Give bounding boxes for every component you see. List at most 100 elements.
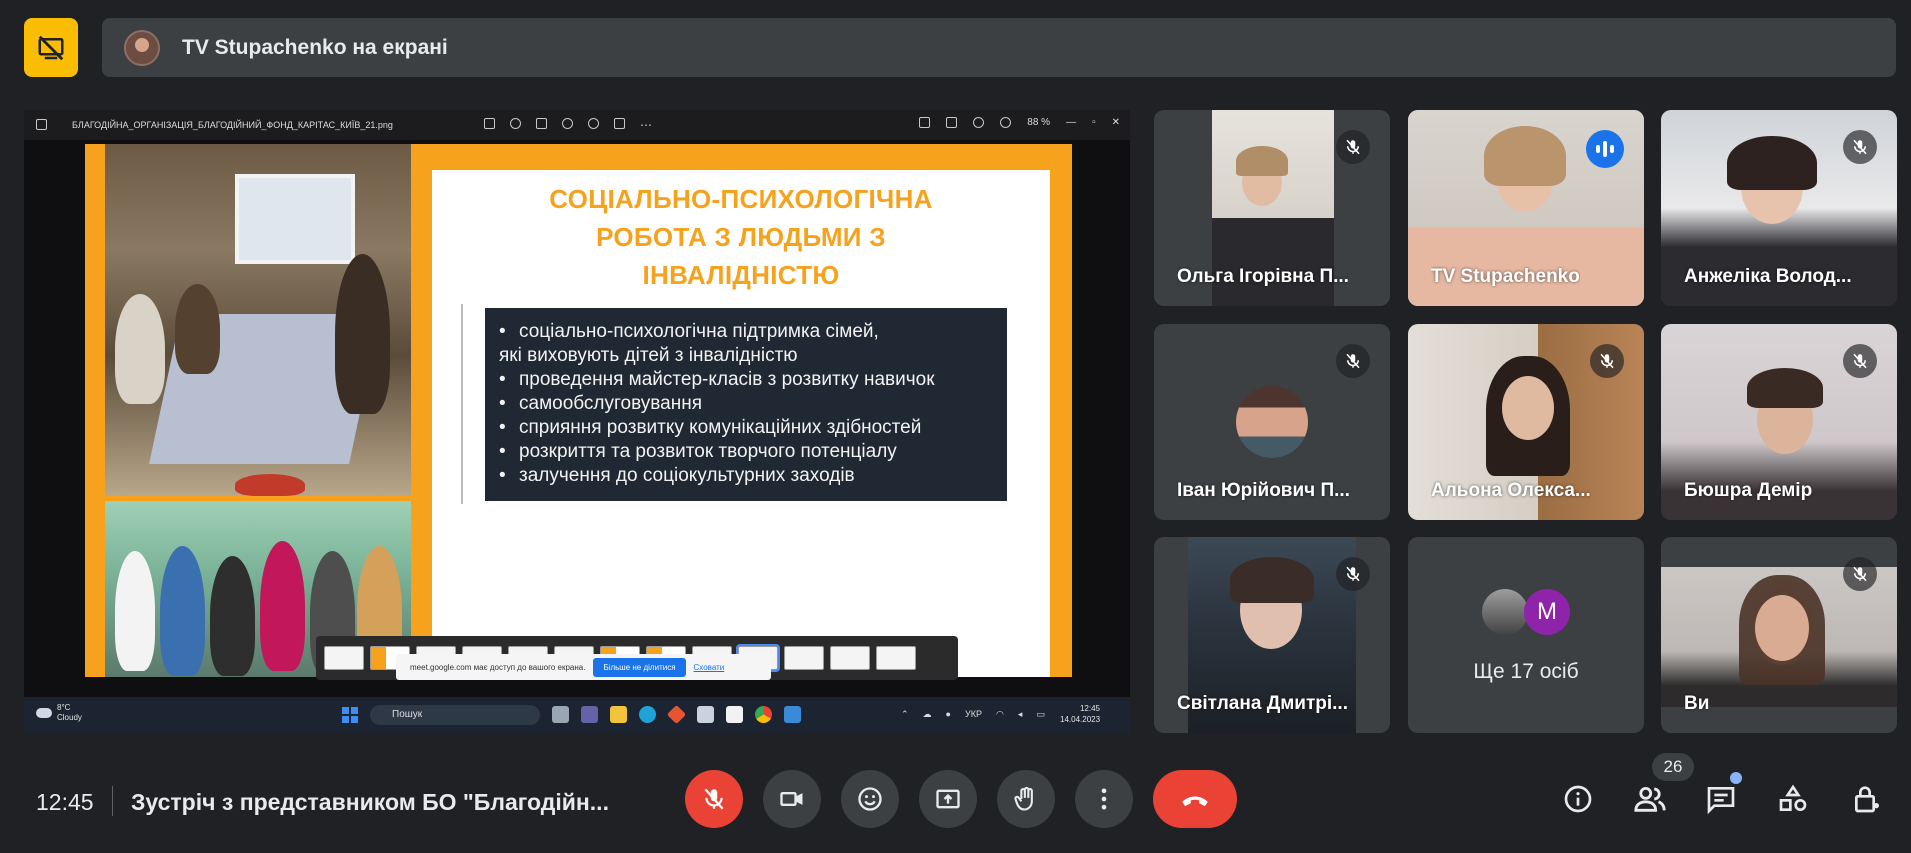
more-participants-tile[interactable]: M Ще 17 осіб <box>1408 537 1644 733</box>
hide-link[interactable]: Сховати <box>694 663 725 672</box>
chevron-up-icon[interactable]: ⌃ <box>901 709 909 720</box>
edge-icon[interactable] <box>639 706 656 723</box>
thumbnail[interactable] <box>784 646 824 670</box>
start-button[interactable] <box>342 707 358 723</box>
app-icon <box>36 119 47 130</box>
participant-tile[interactable]: Ольга Ігорівна П... <box>1154 110 1390 306</box>
participant-tile[interactable]: Іван Юрійович П... <box>1154 324 1390 520</box>
presenting-text: TV Stupachenko на екрані <box>182 35 448 59</box>
present-screen-button[interactable] <box>919 770 977 828</box>
bullet-item: залучення до соціокультурних заходів <box>499 464 995 488</box>
photos-viewer-icon[interactable] <box>784 706 801 723</box>
thumbnail[interactable] <box>324 646 364 670</box>
mic-off-icon <box>704 788 724 810</box>
image-viewer-toolbar: БЛАГОДІЙНА_ОРГАНІЗАЦІЯ_БЛАГОДІЙНИЙ_ФОНД_… <box>24 110 1130 140</box>
participant-tile[interactable]: Світлана Дмитрі... <box>1154 537 1390 733</box>
taskbar-search[interactable]: Пошук <box>370 705 540 725</box>
delete-icon[interactable] <box>536 118 547 129</box>
participant-count-badge: 26 <box>1652 753 1694 781</box>
participant-name: Ольга Ігорівна П... <box>1177 266 1349 287</box>
mic-icon[interactable]: ● <box>946 709 951 720</box>
bullet-item: розкриття та розвиток творчого потенціал… <box>499 440 995 464</box>
chrome-icon[interactable] <box>755 706 772 723</box>
participant-tile-self[interactable]: Ви <box>1661 537 1897 733</box>
explorer-icon[interactable] <box>610 706 627 723</box>
participant-name: Світлана Дмитрі... <box>1177 693 1348 714</box>
camera-icon <box>780 792 803 806</box>
people-icon <box>1634 786 1666 812</box>
reactions-button[interactable] <box>841 770 899 828</box>
speaking-indicator-icon <box>1586 130 1624 168</box>
zoom-in-icon[interactable] <box>1000 117 1012 128</box>
shapes-icon <box>1779 784 1807 811</box>
teams-icon[interactable] <box>581 706 598 723</box>
slide-bullets: соціально-психологічна підтримка сімей, … <box>485 308 1007 501</box>
maximize-icon[interactable]: ▫ <box>1092 117 1096 128</box>
more-vert-icon <box>1101 788 1107 810</box>
bullet-item: соціально-психологічна підтримка сімей, <box>499 320 995 344</box>
share-icon[interactable] <box>614 118 625 129</box>
chat-button[interactable] <box>1703 781 1739 817</box>
mic-off-icon <box>1590 344 1624 378</box>
present-icon <box>936 789 960 809</box>
chat-notification-dot <box>1730 772 1742 784</box>
edit-icon[interactable] <box>484 118 495 129</box>
rotate-icon[interactable] <box>510 118 521 129</box>
people-button[interactable] <box>1632 781 1668 817</box>
more-options-button[interactable] <box>1075 770 1133 828</box>
meeting-details-button[interactable] <box>1560 781 1596 817</box>
info-icon[interactable] <box>588 118 599 129</box>
mic-off-icon <box>1843 557 1877 591</box>
participant-tile[interactable]: Бюшра Демір <box>1661 324 1897 520</box>
language-indicator[interactable]: УКР <box>965 709 982 720</box>
participant-tile[interactable]: Альона Олекса... <box>1408 324 1644 520</box>
thumbnail[interactable] <box>876 646 916 670</box>
volume-icon[interactable]: ◂ <box>1018 709 1023 720</box>
emoji-icon <box>858 787 882 811</box>
participant-avatar <box>1482 589 1528 635</box>
photos-icon[interactable] <box>697 706 714 723</box>
slide: СОЦІАЛЬНО-ПСИХОЛОГІЧНА РОБОТА З ЛЮДЬМИ З… <box>85 144 1072 677</box>
participant-tile[interactable]: Анжеліка Волод... <box>1661 110 1897 306</box>
shared-screen: БЛАГОДІЙНА_ОРГАНІЗАЦІЯ_БЛАГОДІЙНИЙ_ФОНД_… <box>24 110 1130 733</box>
taskview-icon[interactable] <box>552 706 569 723</box>
stop-sharing-button[interactable]: Більше не ділитися <box>593 657 686 677</box>
fit-icon[interactable] <box>946 117 958 128</box>
viewer-filename: БЛАГОДІЙНА_ОРГАНІЗАЦІЯ_БЛАГОДІЙНИЙ_ФОНД_… <box>72 120 393 130</box>
camera-toggle-button[interactable] <box>763 770 821 828</box>
zoom-level: 88 % <box>1027 117 1051 128</box>
bullet-item: проведення майстер-класів з розвитку нав… <box>499 368 995 392</box>
lock-person-icon <box>1855 786 1879 813</box>
zoom-out-icon[interactable] <box>973 117 985 128</box>
fullscreen-icon[interactable] <box>919 117 931 128</box>
thumbnail[interactable] <box>830 646 870 670</box>
mic-toggle-button[interactable] <box>685 770 743 828</box>
favorite-icon[interactable] <box>562 118 573 129</box>
minimize-icon[interactable]: — <box>1066 117 1076 128</box>
participant-tile-active-speaker[interactable]: TV Stupachenko <box>1408 110 1644 306</box>
chat-icon <box>1707 787 1735 815</box>
info-icon <box>1564 785 1592 813</box>
mic-off-icon <box>1336 130 1370 164</box>
slide-photo-kitchen <box>105 144 411 496</box>
activities-button[interactable] <box>1775 781 1811 817</box>
store-icon[interactable] <box>726 706 743 723</box>
hand-icon <box>1014 786 1033 811</box>
battery-icon[interactable]: ▭ <box>1036 709 1045 720</box>
host-controls-button[interactable] <box>1849 781 1885 817</box>
share-notice-text: meet.google.com має доступ до вашого екр… <box>410 662 586 672</box>
presenter-avatar <box>124 29 160 66</box>
cloud-icon <box>36 708 52 718</box>
taskbar-clock[interactable]: 12:45 14.04.2023 <box>1060 703 1100 725</box>
close-icon[interactable]: ✕ <box>1112 117 1120 128</box>
leave-call-button[interactable] <box>1153 770 1237 828</box>
more-icon[interactable]: ⋯ <box>640 118 652 132</box>
raise-hand-button[interactable] <box>997 770 1055 828</box>
share-notice: meet.google.com має доступ до вашого екр… <box>396 654 771 680</box>
weather-widget[interactable]: 8°C Cloudy <box>36 703 82 723</box>
wifi-icon[interactable]: ◠ <box>996 709 1004 720</box>
app-icon[interactable] <box>666 704 687 725</box>
stop-presenting-button[interactable] <box>24 18 78 77</box>
screen-share-off-icon <box>38 35 64 60</box>
onedrive-icon[interactable]: ☁ <box>923 709 932 720</box>
